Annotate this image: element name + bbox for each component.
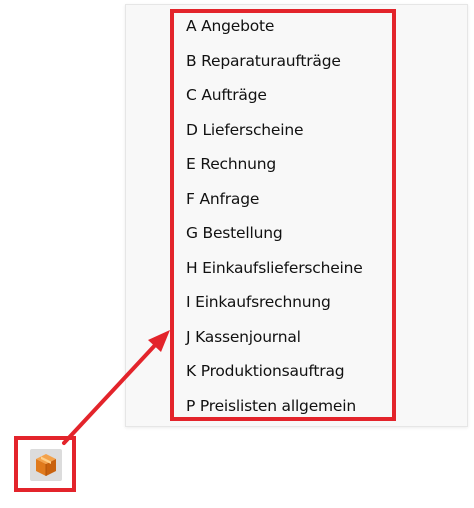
app-launcher-button[interactable] bbox=[30, 449, 62, 481]
package-box-icon bbox=[36, 454, 56, 476]
annotation-highlight-box bbox=[170, 9, 396, 421]
